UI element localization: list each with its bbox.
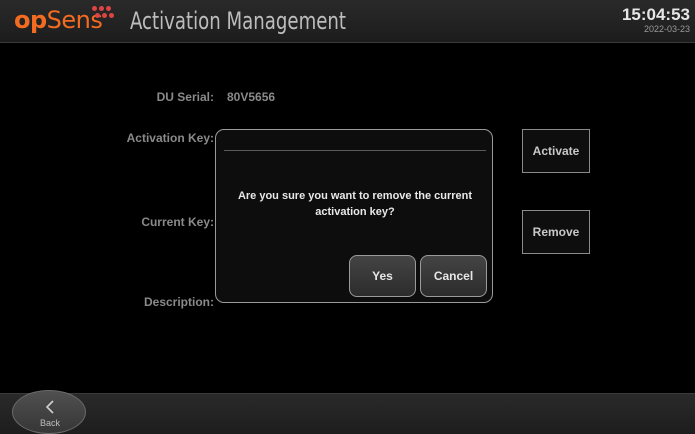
- dialog-message: Are you sure you want to remove the curr…: [237, 190, 473, 218]
- dialog-divider: [224, 150, 486, 151]
- page-title: Activation Management: [130, 7, 347, 35]
- description-label: Description:: [143, 295, 214, 309]
- current-key-label: Current Key:: [141, 215, 214, 229]
- back-button[interactable]: Back: [12, 390, 86, 434]
- activate-button[interactable]: Activate: [522, 129, 590, 173]
- chevron-left-icon: [45, 400, 54, 414]
- header-bar: opSens Activation Management 15:04:53 20…: [0, 0, 695, 43]
- yes-button[interactable]: Yes: [349, 255, 416, 297]
- footer-bar: Back: [0, 390, 695, 434]
- logo-dots-icon: [92, 6, 114, 22]
- clock-date: 2022-03-23: [643, 24, 690, 34]
- cancel-button[interactable]: Cancel: [420, 255, 487, 297]
- du-serial-value: 80V5656: [227, 90, 276, 104]
- logo-op: op: [14, 6, 47, 34]
- opsens-logo: opSens: [14, 5, 103, 35]
- remove-button[interactable]: Remove: [522, 210, 590, 254]
- back-label: Back: [39, 418, 60, 428]
- clock-time: 15:04:53: [621, 5, 690, 24]
- confirm-remove-dialog: Are you sure you want to remove the curr…: [215, 129, 493, 303]
- du-serial-label: DU Serial:: [156, 90, 214, 104]
- activation-key-label: Activation Key:: [126, 131, 214, 145]
